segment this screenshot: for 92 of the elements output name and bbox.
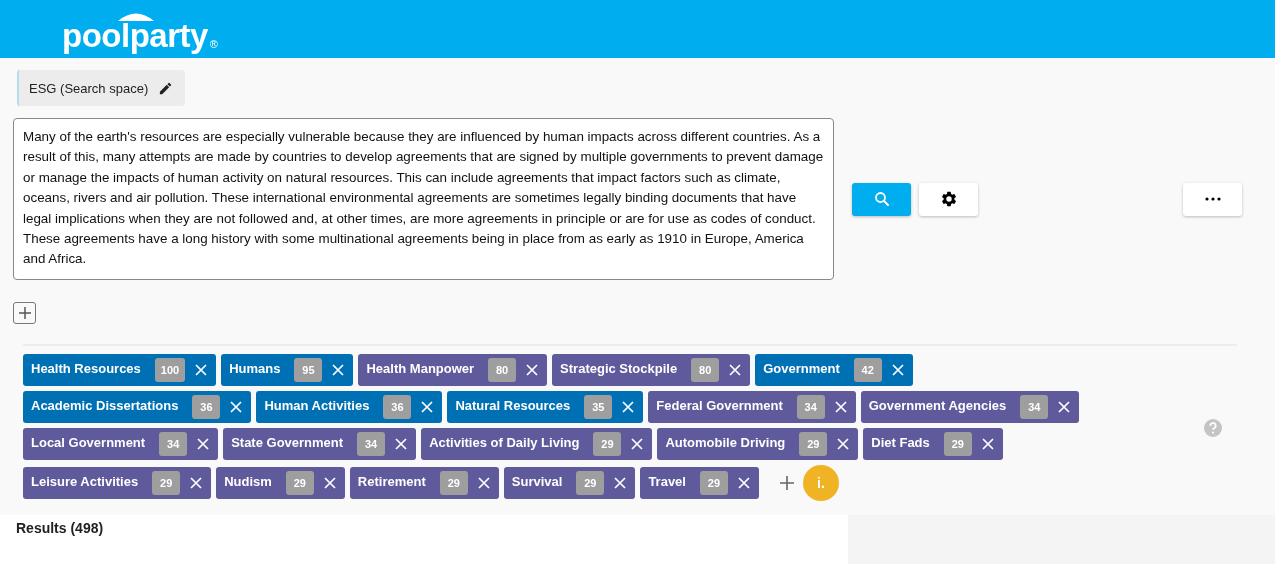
- concept-tag[interactable]: Nudism 29: [216, 467, 345, 499]
- close-icon[interactable]: [197, 438, 210, 450]
- count-badge: 29: [943, 432, 972, 456]
- close-icon[interactable]: [526, 364, 539, 376]
- search-icon: [872, 190, 891, 208]
- count-badge: 35: [584, 395, 613, 419]
- concept-tag[interactable]: Human Activities 36: [256, 391, 443, 423]
- close-icon[interactable]: [891, 364, 904, 376]
- query-text-field[interactable]: Many of the earth's resources are especially vulnerable because they are influenced by human impacts across different countries. As a result of this, many attempts are made by countries to develop agreements that are signed by multiple governments to prevent damage or manage the impacts of human activity on natural resources. This can include agreements that impact factors such as climate, oceans, rivers and air pollution. These international environmental agreements are sometimes legally binding documents that have legal implications when they are not followed and, at other times, are more agreements in principle or are for use as codes of conduct. These agreements have a long history with some multinational agreements being in place from as early as 1910 in Europe, America and Africa.: [13, 118, 834, 280]
- concept-tag[interactable]: Diet Fads 29: [863, 428, 1003, 460]
- pencil-icon[interactable]: [158, 80, 174, 96]
- count-badge: 36: [192, 395, 221, 419]
- tag-label: Academic Dissertations: [31, 397, 179, 413]
- count-badge: 29: [439, 471, 468, 495]
- count-badge: 95: [294, 358, 323, 382]
- concept-tag[interactable]: Government Agencies 34: [860, 391, 1080, 423]
- concept-tag[interactable]: Humans 95: [221, 354, 354, 386]
- close-icon[interactable]: [190, 477, 203, 489]
- tag-label: Local Government: [31, 434, 146, 450]
- tag-label: Retirement: [357, 473, 426, 489]
- close-icon[interactable]: [195, 364, 208, 376]
- plus-icon: [17, 306, 32, 320]
- close-icon[interactable]: [729, 364, 742, 376]
- settings-icon: [939, 190, 958, 208]
- close-icon[interactable]: [737, 477, 750, 489]
- tag-label: Human Activities: [264, 397, 370, 413]
- close-icon[interactable]: [230, 401, 243, 413]
- concept-tag[interactable]: Retirement 29: [349, 467, 499, 499]
- count-badge: 29: [152, 471, 181, 495]
- concept-tag[interactable]: Academic Dissertations 36: [23, 391, 252, 423]
- close-icon[interactable]: [834, 401, 847, 413]
- tag-label: Health Manpower: [366, 360, 475, 376]
- close-icon[interactable]: [477, 477, 490, 489]
- tag-label: Natural Resources: [455, 397, 571, 413]
- close-icon[interactable]: [837, 438, 850, 450]
- concept-tag[interactable]: Natural Resources 35: [447, 391, 644, 423]
- concept-tag[interactable]: Activities of Daily Living 29: [421, 428, 653, 460]
- tag-label: State Government: [231, 434, 344, 450]
- close-icon[interactable]: [421, 401, 434, 413]
- count-badge: 29: [593, 432, 622, 456]
- concept-tag[interactable]: Automobile Driving 29: [657, 428, 859, 460]
- plus-icon[interactable]: [779, 476, 794, 490]
- settings-button[interactable]: [919, 182, 978, 216]
- tag-label: Automobile Driving: [665, 434, 786, 450]
- count-badge: 29: [799, 432, 828, 456]
- concept-tag[interactable]: Health Resources 100: [23, 354, 217, 386]
- close-icon[interactable]: [395, 438, 408, 450]
- tag-label: Diet Fads: [871, 434, 930, 450]
- tag-label: Leisure Activities: [31, 473, 139, 489]
- tag-label: Nudism: [224, 473, 272, 489]
- tag-label: Survival: [511, 473, 563, 489]
- count-badge: 34: [1020, 395, 1049, 419]
- count-badge: 80: [691, 358, 720, 382]
- concept-tag[interactable]: Travel 29: [640, 467, 759, 499]
- close-icon[interactable]: [622, 401, 635, 413]
- close-icon[interactable]: [323, 477, 336, 489]
- tag-label: Strategic Stockpile: [560, 360, 678, 376]
- concept-tag[interactable]: Government 42: [755, 354, 913, 386]
- concept-tag[interactable]: Federal Government 34: [648, 391, 856, 423]
- search-space-chip[interactable]: ESG (Search space): [17, 70, 185, 106]
- count-badge: 34: [159, 432, 188, 456]
- count-badge: 42: [853, 358, 882, 382]
- close-icon[interactable]: [631, 438, 644, 450]
- close-icon[interactable]: [1058, 401, 1071, 413]
- count-badge: 29: [699, 471, 728, 495]
- tag-label: Activities of Daily Living: [429, 434, 580, 450]
- results-heading: Results (498): [16, 520, 104, 536]
- concept-tag[interactable]: Health Manpower 80: [358, 354, 548, 386]
- more-icon: [1204, 197, 1221, 201]
- concept-tag[interactable]: Strategic Stockpile 80: [552, 354, 751, 386]
- count-badge: 29: [576, 471, 605, 495]
- tag-label: Government: [763, 360, 840, 376]
- concept-tag[interactable]: Local Government 34: [23, 428, 219, 460]
- concept-tag[interactable]: Survival 29: [503, 467, 636, 499]
- tag-label: Government Agencies: [868, 397, 1007, 413]
- close-icon[interactable]: [332, 364, 345, 376]
- concept-tag[interactable]: State Government 34: [223, 428, 417, 460]
- count-badge: 34: [357, 432, 386, 456]
- tag-label: Health Resources: [31, 360, 141, 376]
- close-icon[interactable]: [981, 438, 994, 450]
- trademark: ®: [209, 38, 218, 50]
- count-badge: 36: [383, 395, 412, 419]
- count-badge: 29: [285, 471, 314, 495]
- count-badge: 80: [488, 358, 517, 382]
- add-button[interactable]: [13, 302, 36, 324]
- tag-label: Humans: [229, 360, 281, 376]
- tag-label: Travel: [648, 473, 686, 489]
- concept-tag[interactable]: Leisure Activities 29: [23, 467, 212, 499]
- tag-label: Federal Government: [656, 397, 783, 413]
- count-badge: 34: [796, 395, 825, 419]
- close-icon[interactable]: [614, 477, 627, 489]
- count-badge: 100: [154, 358, 186, 382]
